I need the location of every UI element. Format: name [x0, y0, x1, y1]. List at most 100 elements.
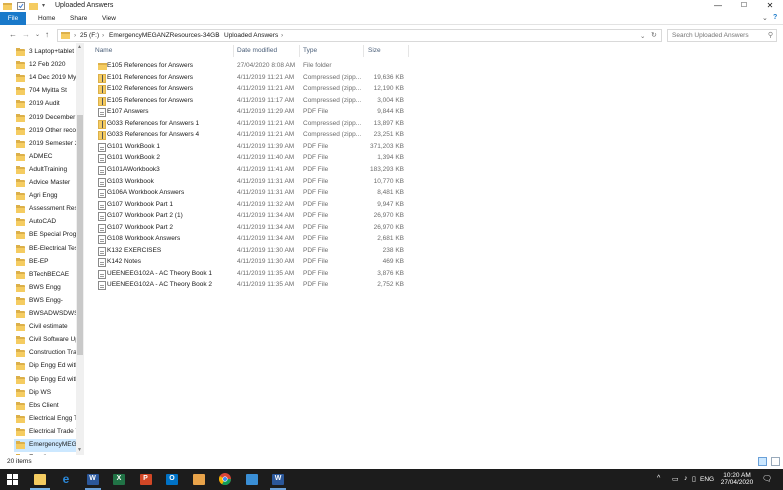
nav-item[interactable]: AutoCAD: [14, 216, 76, 229]
expand-ribbon-icon[interactable]: ⌄: [762, 14, 768, 22]
address-bar[interactable]: › 25 (F:) › EmergencyMEGANZResources-34G…: [57, 29, 662, 42]
file-explorer-icon[interactable]: [27, 469, 53, 490]
file-row[interactable]: E107 Answers 4/11/2019 11:29 AM PDF File 9,…: [88, 107, 418, 118]
file-row[interactable]: G101AWorkbook3 4/11/2019 11:41 AM PDF File…: [88, 165, 418, 176]
file-row[interactable]: G108 Workbook Answers 4/11/2019 11:34 AM P…: [88, 234, 418, 245]
file-row[interactable]: G033 References for Answers 1 4/11/2019 1…: [88, 119, 418, 130]
file-row[interactable]: G101 WorkBook 2 4/11/2019 11:40 AM PDF Fil…: [88, 153, 418, 164]
nav-item[interactable]: Dip Engg Ed with: [14, 360, 76, 373]
column-date[interactable]: Date modified: [237, 47, 277, 54]
tab-file[interactable]: File: [0, 12, 26, 25]
nav-item[interactable]: Assessment Resources: [14, 203, 76, 216]
tab-share[interactable]: Share: [64, 12, 93, 25]
nav-scrollbar[interactable]: ▲ ▼: [76, 43, 84, 455]
customize-toolbar-icon[interactable]: ▾: [42, 2, 50, 10]
language-indicator[interactable]: ENG: [700, 476, 714, 483]
nav-item[interactable]: BWSADWSDWS: [14, 308, 76, 321]
search-input[interactable]: [668, 30, 763, 41]
large-icons-view-button[interactable]: [771, 457, 780, 466]
nav-item[interactable]: Civil estimate: [14, 321, 76, 334]
file-row[interactable]: UEENEEG102A - AC Theory Book 1 4/11/2019 …: [88, 269, 418, 280]
tab-home[interactable]: Home: [32, 12, 61, 25]
file-row[interactable]: G106A Workbook Answers 4/11/2019 11:31 AM…: [88, 188, 418, 199]
address-dropdown-icon[interactable]: ⌄: [640, 32, 645, 40]
file-row[interactable]: K142 Notes 4/11/2019 11:30 AM PDF File 469 …: [88, 257, 418, 268]
nav-item[interactable]: Agri Engg: [14, 190, 76, 203]
tray-chevron-icon[interactable]: ^: [657, 475, 660, 482]
nav-item[interactable]: BTechBECAE: [14, 269, 76, 282]
close-button[interactable]: ✕: [757, 0, 783, 12]
file-row[interactable]: UEENEEG102A - AC Theory Book 2 4/11/2019 …: [88, 280, 418, 291]
remote-desktop-icon[interactable]: [239, 469, 265, 490]
nav-item[interactable]: Civil Software Up: [14, 334, 76, 347]
battery-icon[interactable]: ▯: [692, 475, 696, 483]
nav-item[interactable]: Ebs Client: [14, 400, 76, 413]
scrollbar-thumb[interactable]: [77, 115, 83, 355]
nav-item[interactable]: AdultTraining: [14, 164, 76, 177]
nav-item[interactable]: 2019 Semester 2: [14, 138, 76, 151]
scroll-down-icon[interactable]: ▼: [77, 447, 82, 453]
properties-icon[interactable]: [17, 2, 25, 10]
search-box[interactable]: ⚲: [667, 29, 777, 42]
nav-item[interactable]: Dip WS: [14, 387, 76, 400]
file-row[interactable]: E105 References for Answers 27/04/2020 8:…: [88, 61, 418, 72]
file-row[interactable]: E101 References for Answers 4/11/2019 11:…: [88, 73, 418, 84]
file-row[interactable]: G101 WorkBook 1 4/11/2019 11:39 AM PDF Fil…: [88, 142, 418, 153]
edge-icon[interactable]: e: [53, 469, 79, 490]
nav-item[interactable]: 12 Feb 2020: [14, 59, 76, 72]
details-view-button[interactable]: [758, 457, 767, 466]
file-row[interactable]: G107 Workbook Part 1 4/11/2019 11:32 AM PD…: [88, 200, 418, 211]
nav-item[interactable]: Electrical Engg T: [14, 413, 76, 426]
nav-item[interactable]: EmergencyMEG: [14, 439, 76, 452]
forward-arrow-icon[interactable]: →: [22, 30, 30, 40]
column-separator[interactable]: [299, 45, 300, 57]
network-icon[interactable]: ▭: [672, 475, 679, 483]
tab-view[interactable]: View: [96, 12, 122, 25]
maximize-button[interactable]: ☐: [731, 0, 757, 12]
breadcrumb-current[interactable]: Uploaded Answers: [224, 32, 278, 39]
nav-item[interactable]: 2019 Audit: [14, 98, 76, 111]
nav-item[interactable]: BWS Engg-: [14, 295, 76, 308]
nav-item[interactable]: Dip Engg Ed with: [14, 374, 76, 387]
word-doc-icon[interactable]: W: [265, 469, 291, 490]
column-separator[interactable]: [408, 45, 409, 57]
file-row[interactable]: G107 Workbook Part 2 (1) 4/11/2019 11:34 …: [88, 211, 418, 222]
back-arrow-icon[interactable]: ←: [9, 30, 17, 40]
up-arrow-icon[interactable]: ↑: [45, 30, 49, 40]
recent-locations-icon[interactable]: ⌄: [35, 30, 40, 40]
nav-item[interactable]: 2019 December: [14, 112, 76, 125]
chrome-icon[interactable]: [212, 469, 238, 490]
nav-item[interactable]: BE-EP: [14, 256, 76, 269]
powerpoint-icon[interactable]: P: [133, 469, 159, 490]
start-button[interactable]: [0, 469, 26, 490]
column-type[interactable]: Type: [303, 47, 317, 54]
breadcrumb-resources[interactable]: EmergencyMEGANZResources-34GB: [109, 32, 220, 39]
column-separator[interactable]: [363, 45, 364, 57]
column-name[interactable]: Name: [95, 47, 112, 54]
outlook-icon[interactable]: O: [159, 469, 185, 490]
new-folder-icon[interactable]: [29, 2, 38, 10]
minimize-button[interactable]: —: [705, 0, 731, 12]
nav-item[interactable]: ADMEC: [14, 151, 76, 164]
clock[interactable]: 10:20 AM 27/04/2020: [718, 472, 756, 486]
nav-item[interactable]: Electrical Trade T: [14, 426, 76, 439]
nav-item[interactable]: 704 Myitta St: [14, 85, 76, 98]
nav-item[interactable]: 3 Laptop+tablet: [14, 46, 76, 59]
file-row[interactable]: G107 Workbook Part 2 4/11/2019 11:34 AM PD…: [88, 223, 418, 234]
nav-item[interactable]: 14 Dec 2019 Myo: [14, 72, 76, 85]
file-row[interactable]: K132 EXERCISES 4/11/2019 11:30 AM PDF File…: [88, 246, 418, 257]
notification-icon[interactable]: 🗨: [762, 474, 772, 483]
word-icon[interactable]: W: [80, 469, 106, 490]
nav-item[interactable]: BE Special Program: [14, 229, 76, 242]
file-row[interactable]: G033 References for Answers 4 4/11/2019 1…: [88, 130, 418, 141]
volume-icon[interactable]: ♪: [684, 475, 688, 482]
file-row[interactable]: E105 References for Answers 4/11/2019 11:…: [88, 96, 418, 107]
nav-item[interactable]: Construction Tra: [14, 347, 76, 360]
nav-item[interactable]: Advice Master: [14, 177, 76, 190]
refresh-icon[interactable]: ↻: [651, 31, 657, 39]
file-row[interactable]: E102 References for Answers 4/11/2019 11:…: [88, 84, 418, 95]
column-size[interactable]: Size: [368, 47, 381, 54]
scroll-up-icon[interactable]: ▲: [77, 44, 82, 50]
help-icon[interactable]: ?: [773, 14, 777, 21]
column-separator[interactable]: [233, 45, 234, 57]
